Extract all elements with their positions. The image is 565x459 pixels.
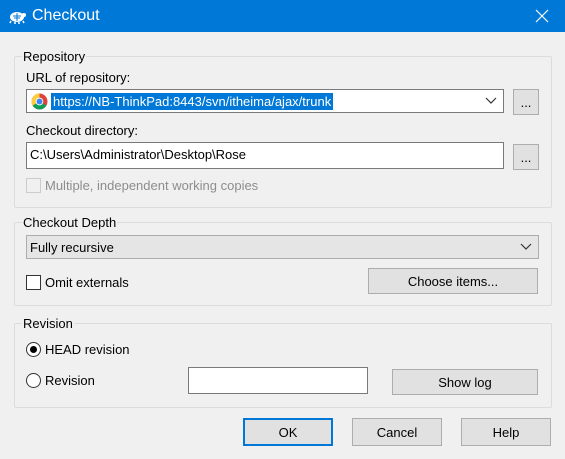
- chrome-icon: [31, 93, 48, 110]
- multiple-copies-label: Multiple, independent working copies: [45, 178, 259, 193]
- revision-group: [14, 323, 552, 408]
- head-revision-radio[interactable]: [26, 342, 41, 357]
- checkout-depth-group-label: Checkout Depth: [22, 215, 118, 230]
- ok-button[interactable]: OK: [243, 418, 333, 446]
- revision-radio[interactable]: [26, 373, 41, 388]
- head-revision-label: HEAD revision: [45, 342, 130, 357]
- url-browse-button[interactable]: ...: [513, 89, 539, 115]
- checkout-dir-field[interactable]: C:\Users\Administrator\Desktop\Rose: [26, 142, 504, 169]
- checkout-dir-value: C:\Users\Administrator\Desktop\Rose: [30, 147, 247, 162]
- depth-selected: Fully recursive: [30, 240, 114, 255]
- revision-label: Revision: [45, 373, 95, 388]
- close-icon: [535, 9, 549, 23]
- help-button[interactable]: Help: [461, 418, 551, 446]
- title-bar: Checkout: [0, 0, 565, 32]
- radio-selected-dot: [30, 346, 37, 353]
- show-log-button[interactable]: Show log: [392, 369, 538, 395]
- window-title: Checkout: [32, 7, 100, 24]
- multiple-copies-checkbox[interactable]: [26, 178, 41, 193]
- url-value: https://NB-ThinkPad:8443/svn/itheima/aja…: [51, 93, 334, 110]
- tortoise-icon: [9, 12, 26, 24]
- revision-input[interactable]: [188, 367, 368, 394]
- url-label: URL of repository:: [26, 70, 131, 85]
- repository-group-label: Repository: [22, 49, 87, 64]
- close-button[interactable]: [519, 0, 565, 32]
- omit-externals-checkbox[interactable]: [26, 275, 41, 290]
- omit-externals-label: Omit externals: [45, 275, 129, 290]
- cancel-button[interactable]: Cancel: [352, 418, 442, 446]
- dir-browse-button[interactable]: ...: [513, 144, 539, 170]
- chevron-down-icon[interactable]: [485, 97, 497, 105]
- choose-items-button[interactable]: Choose items...: [368, 268, 538, 294]
- depth-dropdown[interactable]: Fully recursive: [26, 235, 539, 259]
- revision-group-label: Revision: [22, 316, 74, 331]
- checkout-dir-label: Checkout directory:: [26, 123, 138, 138]
- url-combobox[interactable]: https://NB-ThinkPad:8443/svn/itheima/aja…: [26, 89, 504, 113]
- chevron-down-icon[interactable]: [520, 243, 532, 251]
